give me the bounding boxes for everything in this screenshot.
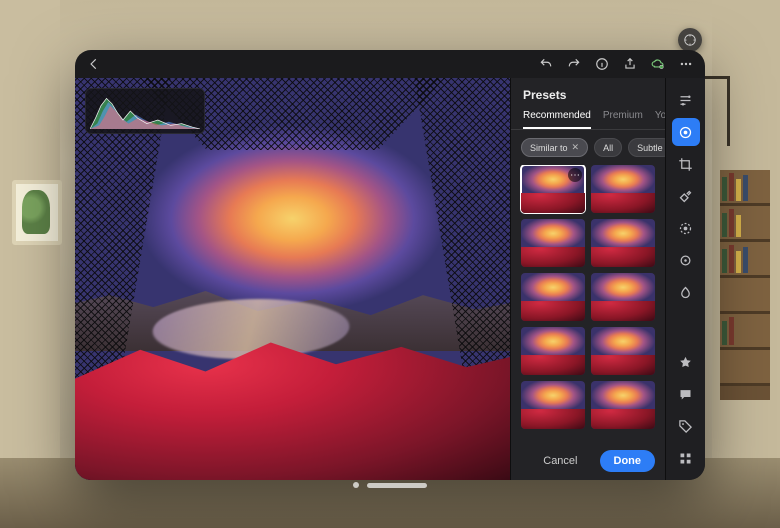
preset-thumb[interactable]: [591, 165, 655, 213]
redo-button[interactable]: [567, 57, 581, 71]
photo-image: [75, 78, 510, 480]
tool-rail: [665, 78, 705, 480]
photo-canvas[interactable]: [75, 78, 510, 480]
histogram-overlay[interactable]: [85, 88, 205, 134]
cloud-sync-button[interactable]: [651, 57, 665, 71]
panel-title: Presets: [511, 78, 665, 110]
undo-button[interactable]: [539, 57, 553, 71]
share-button[interactable]: [623, 57, 637, 71]
handle-dot: [353, 482, 359, 488]
handle-bar: [367, 483, 427, 488]
redeye-icon[interactable]: [672, 246, 700, 274]
preset-thumb[interactable]: [521, 327, 585, 375]
preset-tabs: Recommended Premium Yours: [511, 110, 665, 130]
vision-compass-button[interactable]: [678, 28, 702, 52]
preset-thumb[interactable]: [591, 273, 655, 321]
preset-thumb[interactable]: [591, 381, 655, 429]
preset-thumb[interactable]: [521, 381, 585, 429]
mask-icon[interactable]: [672, 214, 700, 242]
chip-label: Similar to: [530, 143, 568, 153]
room-lamp: [727, 76, 730, 146]
thumb-caption: More like this: [521, 200, 585, 213]
preset-thumb[interactable]: [591, 219, 655, 267]
close-icon[interactable]: ✕: [572, 142, 580, 153]
adjust-icon[interactable]: [672, 86, 700, 114]
filter-all[interactable]: All: [594, 138, 622, 157]
thumb-more-icon[interactable]: ⋯: [568, 168, 582, 182]
room-bookshelf: [720, 170, 770, 400]
grid-icon[interactable]: [672, 444, 700, 472]
app-window: Presets Recommended Premium Yours Simila…: [75, 50, 705, 480]
preset-thumb[interactable]: [521, 273, 585, 321]
tab-yours[interactable]: Yours: [655, 110, 665, 129]
back-button[interactable]: [87, 57, 101, 71]
healing-icon[interactable]: [672, 182, 700, 210]
room-wall-art: [12, 180, 62, 245]
filter-similar-to[interactable]: Similar to ✕: [521, 138, 588, 157]
presets-panel: Presets Recommended Premium Yours Simila…: [510, 78, 665, 480]
window-handle[interactable]: [353, 482, 427, 488]
star-icon[interactable]: [672, 348, 700, 376]
top-toolbar: [75, 50, 705, 78]
preset-thumb[interactable]: [591, 327, 655, 375]
crop-icon[interactable]: [672, 150, 700, 178]
tag-icon[interactable]: [672, 412, 700, 440]
more-button[interactable]: [679, 57, 693, 71]
tab-premium[interactable]: Premium: [603, 110, 643, 129]
comment-icon[interactable]: [672, 380, 700, 408]
done-button[interactable]: Done: [600, 450, 656, 472]
preset-thumb[interactable]: ⋯ More like this: [521, 165, 585, 213]
preset-thumb[interactable]: [521, 219, 585, 267]
panel-actions: Cancel Done: [511, 442, 665, 480]
tab-recommended[interactable]: Recommended: [523, 110, 591, 129]
info-button[interactable]: [595, 57, 609, 71]
cancel-button[interactable]: Cancel: [529, 450, 591, 472]
lens-blur-icon[interactable]: [672, 278, 700, 306]
preset-filters: Similar to ✕ All Subtle: [511, 130, 665, 165]
presets-icon[interactable]: [672, 118, 700, 146]
preset-grid: ⋯ More like this: [511, 165, 665, 442]
